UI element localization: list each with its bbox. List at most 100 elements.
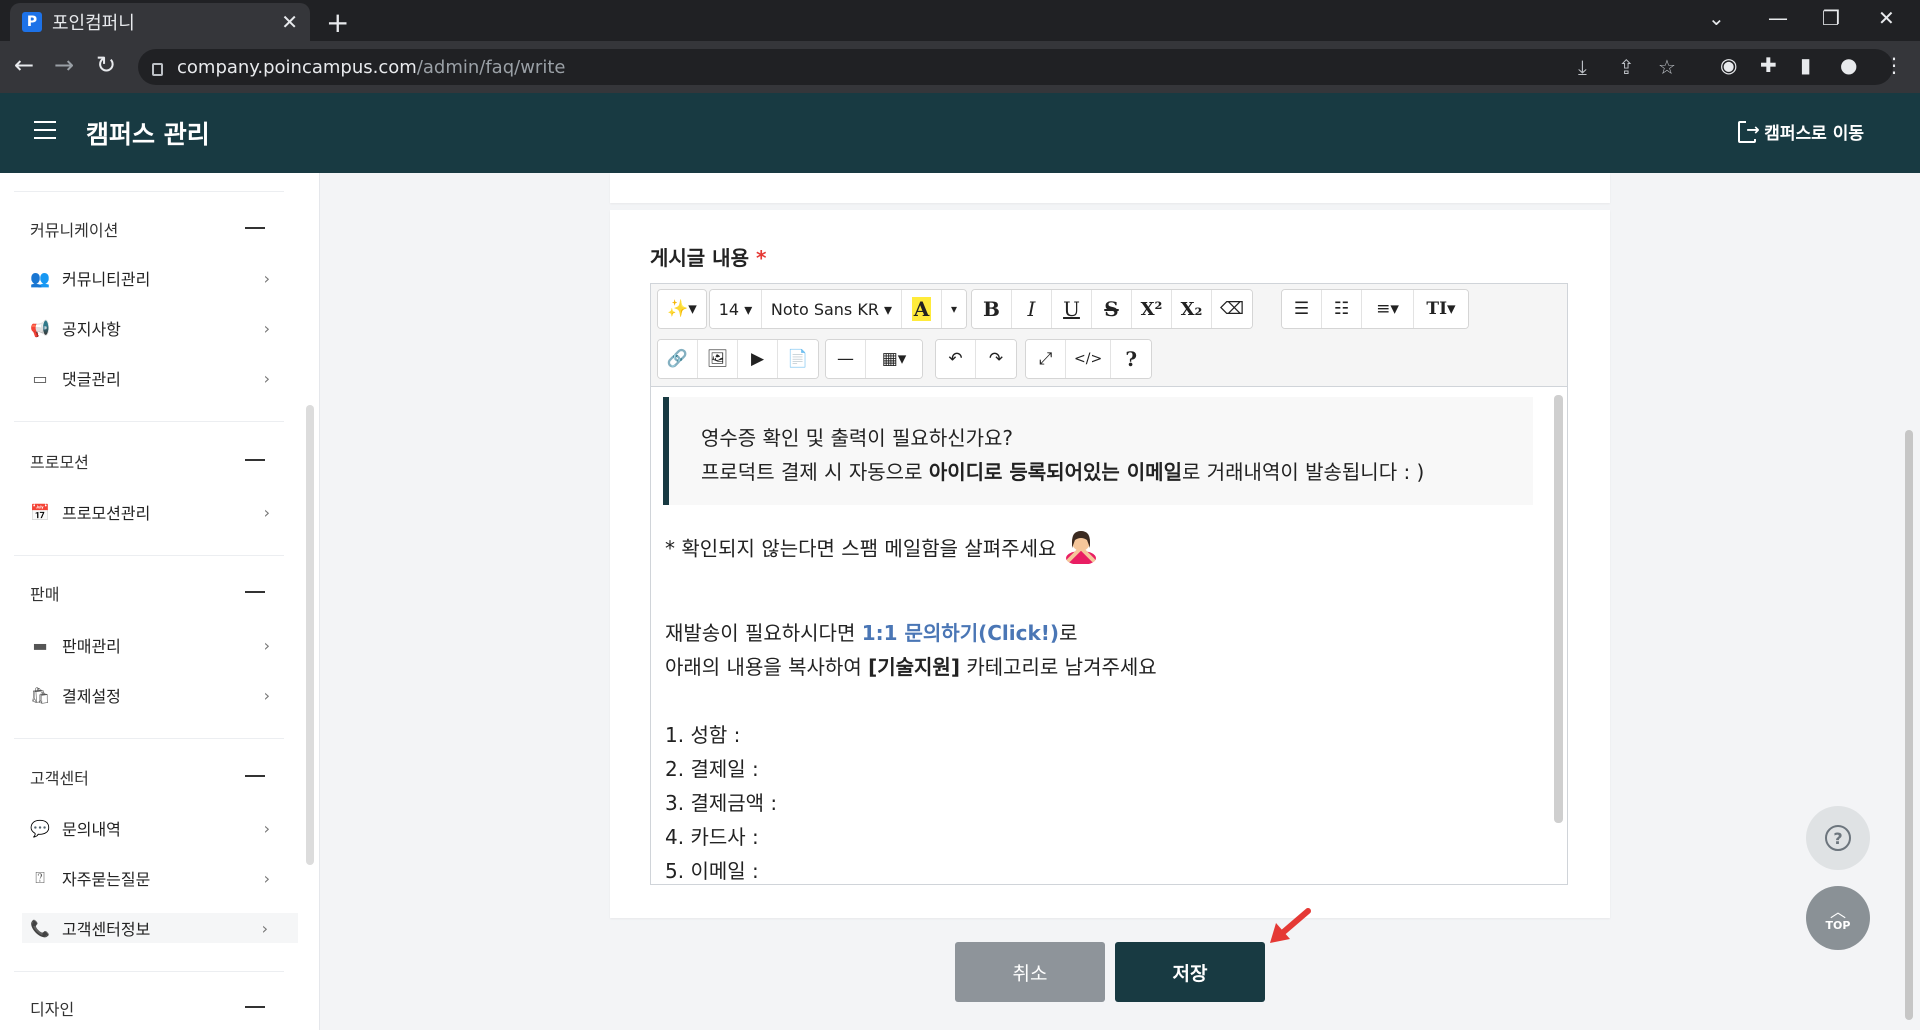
text-style-button[interactable]: TI ▾	[1414, 290, 1468, 328]
color-dropdown-caret-icon[interactable]: ▾	[942, 290, 966, 328]
minimize-icon[interactable]: —	[1768, 6, 1788, 30]
close-icon[interactable]: ✕	[281, 10, 298, 34]
quote-line-2-post: 로 거래내역이 발송됩니다 : )	[1181, 460, 1425, 484]
color-a-glyph: A	[911, 297, 932, 321]
video-icon[interactable]: ▶	[738, 340, 778, 378]
sidebar-item-community[interactable]: 👥 커뮤니티관리 ›	[30, 263, 270, 293]
collapse-minus-icon[interactable]	[245, 1006, 265, 1008]
tb-group-history: ↶ ↷	[935, 339, 1017, 379]
address-bar[interactable]: company.poincampus.com /admin/faq/write …	[138, 49, 1893, 85]
link-icon[interactable]: 🔗	[658, 340, 698, 378]
sidebar-item-comments[interactable]: ▭ 댓글관리 ›	[30, 363, 270, 393]
sidebar-item-notice[interactable]: 📢 공지사항 ›	[30, 313, 270, 343]
file-icon[interactable]: 📄	[778, 340, 818, 378]
italic-button[interactable]: I	[1012, 290, 1052, 328]
divider	[14, 555, 284, 556]
editor-content[interactable]: 영수증 확인 및 출력이 필요하신가요? 프로덕트 결제 시 자동으로 아이디로…	[651, 387, 1567, 884]
sidebar-item-promotion[interactable]: 📅 프로모션관리 ›	[30, 497, 270, 527]
install-icon[interactable]: ⤓	[1578, 55, 1587, 79]
sidebar-item-label: 결제설정	[62, 687, 121, 706]
sidebar-item-inquiries[interactable]: 💬 문의내역 ›	[30, 813, 270, 843]
sidebar-item-sales[interactable]: ▬ 판매관리 ›	[30, 630, 270, 660]
save-button[interactable]: 저장	[1115, 942, 1265, 1002]
new-tab-plus-icon[interactable]: +	[326, 6, 349, 39]
list-item: 4. 카드사 :	[665, 825, 759, 849]
sidebar-item-payment-settings[interactable]: 🛍 결제설정 ›	[30, 680, 270, 710]
blockquote: 영수증 확인 및 출력이 필요하신가요? 프로덕트 결제 시 자동으로 아이디로…	[663, 397, 1533, 505]
undo-icon[interactable]: ↶	[936, 340, 976, 378]
fullscreen-icon[interactable]: ⤢	[1026, 340, 1066, 378]
editor-scrollbar[interactable]	[1554, 395, 1563, 823]
collapse-minus-icon[interactable]	[245, 459, 265, 461]
bullet-list-icon[interactable]: ☰	[1282, 290, 1322, 328]
help-button[interactable]: ?	[1111, 340, 1152, 378]
scroll-top-fab[interactable]: ︿ TOP	[1806, 886, 1870, 950]
go-campus-link[interactable]: 캠퍼스로 이동	[1738, 119, 1864, 144]
page-scrollbar[interactable]	[1905, 430, 1913, 1020]
reload-icon[interactable]: ↻	[96, 51, 116, 79]
extensions-puzzle-icon[interactable]: ✚	[1760, 53, 1777, 77]
chevron-right-icon: ›	[263, 268, 270, 288]
content-field-label: 게시글 내용 *	[650, 242, 766, 271]
profile-icon[interactable]: ●	[1840, 53, 1857, 77]
tab-title: 포인컴퍼니	[52, 13, 135, 34]
list-item: 1. 성함 :	[665, 723, 741, 747]
superscript-button[interactable]: X²	[1132, 290, 1172, 328]
magic-style-icon[interactable]: ✨▾	[658, 290, 706, 328]
subscript-button[interactable]: X₂	[1172, 290, 1212, 328]
phone-icon: 📞	[30, 918, 50, 938]
bold-button[interactable]: B	[972, 290, 1012, 328]
divider	[14, 971, 284, 972]
lock-icon	[152, 62, 163, 76]
sidebar-item-label: 고객센터정보	[62, 920, 151, 939]
bag-icon: 🛍	[30, 685, 51, 705]
faq-icon: ⍰	[35, 868, 45, 887]
collapse-minus-icon[interactable]	[245, 227, 265, 229]
restore-icon[interactable]: ❐	[1822, 6, 1840, 30]
side-panel-icon[interactable]: ▮	[1800, 53, 1811, 77]
group-title-promotion: 프로모션	[30, 453, 89, 472]
font-size-select[interactable]: 14 ▾	[710, 290, 762, 328]
sidebar-item-customer-center-info[interactable]: 📞 고객센터정보 ›	[22, 913, 298, 943]
favicon-icon: P	[22, 12, 42, 32]
align-icon[interactable]: ≡▾	[1362, 290, 1414, 328]
browser-tab[interactable]: P 포인컴퍼니 ✕	[10, 3, 310, 41]
camera-extension-icon[interactable]: ◉	[1720, 53, 1737, 77]
sidebar-scrollbar[interactable]	[306, 405, 314, 865]
inquiry-link[interactable]: 1:1 문의하기(Click!)	[862, 621, 1059, 645]
redo-icon[interactable]: ↷	[976, 340, 1016, 378]
browser-menu-icon[interactable]: ⋮	[1884, 53, 1904, 77]
back-arrow-icon[interactable]: ←	[14, 51, 34, 79]
collapse-minus-icon[interactable]	[245, 591, 265, 593]
list-item: 2. 결제일 :	[665, 757, 759, 781]
tab-search-chevron-icon[interactable]: ⌄	[1708, 6, 1725, 30]
window-close-icon[interactable]: ✕	[1878, 6, 1895, 30]
text-style-glyph: TI	[1426, 299, 1448, 319]
resend-pre: 재발송이 필요하시다면	[665, 621, 862, 645]
app-title: 캠퍼스 관리	[86, 120, 210, 149]
sidebar-item-faq[interactable]: ⍰ 자주묻는질문 ›	[30, 863, 270, 893]
quote-line-2: 프로덕트 결제 시 자동으로 아이디로 등록되어있는 이메일로 거래내역이 발송…	[701, 455, 1501, 489]
help-fab[interactable]: ?	[1806, 806, 1870, 870]
card-icon: ▬	[32, 635, 48, 655]
horizontal-rule-icon[interactable]: —	[826, 340, 866, 378]
cancel-button[interactable]: 취소	[955, 942, 1105, 1002]
app-header: 캠퍼스 관리 캠퍼스로 이동	[0, 93, 1920, 173]
forward-arrow-icon[interactable]: →	[54, 51, 74, 79]
strikethrough-button[interactable]: S	[1092, 290, 1132, 328]
table-icon[interactable]: ▦▾	[866, 340, 922, 378]
collapse-minus-icon[interactable]	[245, 775, 265, 777]
eraser-icon[interactable]: ⌫	[1212, 290, 1253, 328]
hamburger-menu-icon[interactable]	[34, 121, 56, 139]
group-title-customer-center: 고객센터	[30, 769, 89, 788]
text-color-button[interactable]: A	[902, 290, 942, 328]
users-icon: 👥	[30, 268, 50, 288]
code-view-button[interactable]: </>	[1066, 340, 1112, 378]
image-icon[interactable]: 🖼	[698, 340, 738, 378]
font-family-select[interactable]: Noto Sans KR ▾	[762, 290, 902, 328]
numbered-list-icon[interactable]: ☷	[1322, 290, 1362, 328]
underline-button[interactable]: U	[1052, 290, 1092, 328]
bookmark-star-icon[interactable]: ☆	[1658, 55, 1676, 79]
sidebar-item-label: 판매관리	[62, 637, 121, 656]
share-icon[interactable]: ⇪	[1618, 55, 1635, 79]
